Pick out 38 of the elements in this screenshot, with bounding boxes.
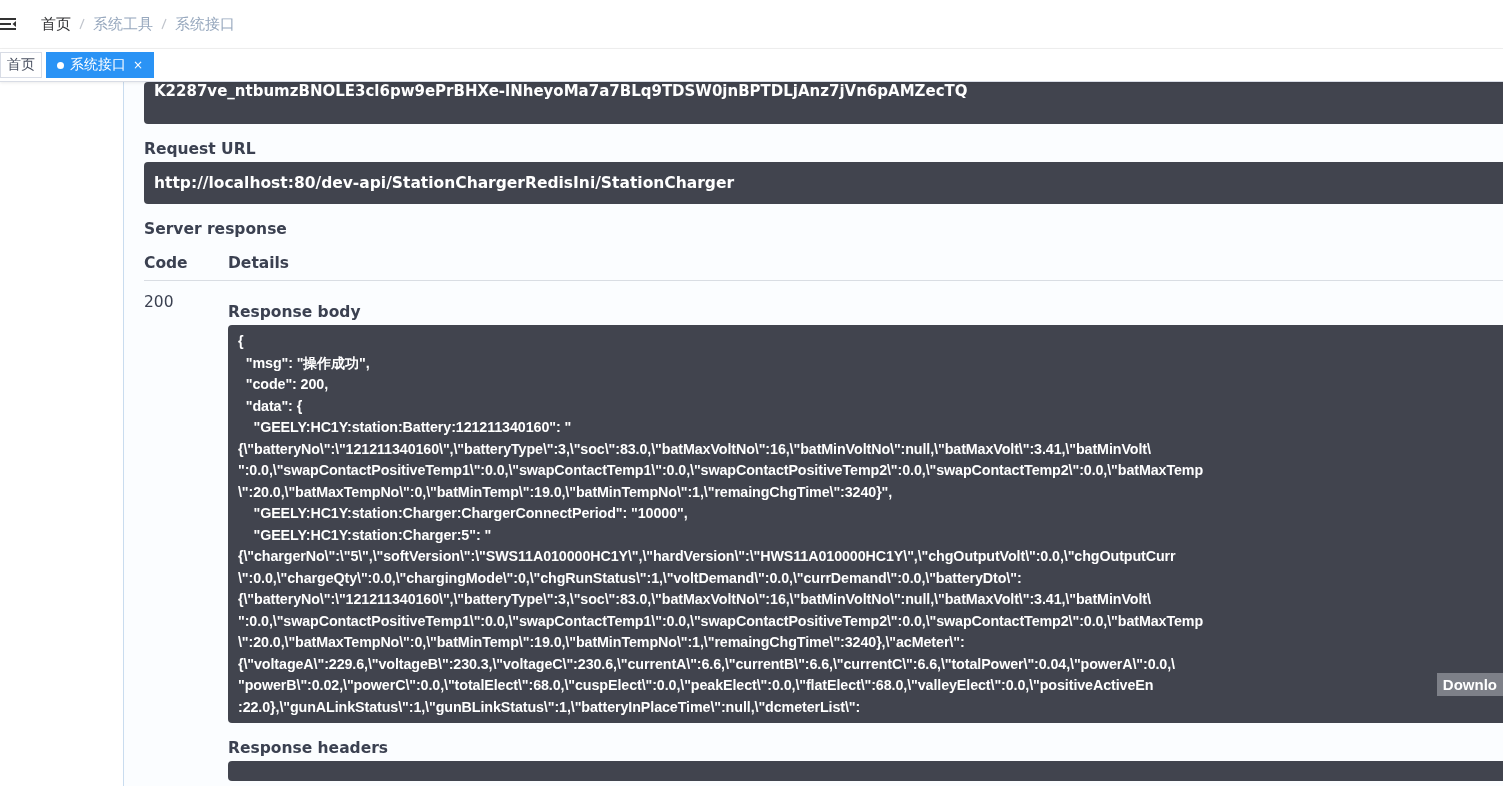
menu-icon[interactable] (0, 17, 16, 31)
code-line: \":20.0,\"batMaxTempNo\":0,\"batMinTemp\":19.0,\"batMinTempNo\":1,\"remaingChgTime\":3240},\"acMeter\": (238, 633, 965, 652)
close-icon[interactable]: × (133, 58, 144, 72)
code-line: "GEELY:HC1Y:station:Charger:5": " (252, 525, 492, 545)
code-line: {\"chargerNo\":\"5\",\"softVersion\":\"SWS11A010000HC1Y\",\"hardVersion\":\"HWS11A010000HC1Y\",\"chgOutputVolt\":0.0,\"chgOutputCurr (238, 547, 1176, 566)
code-line: "data": { (244, 396, 303, 416)
code-line: ":0.0,\"swapContactPositiveTemp1\":0.0,\"swapContactTemp1\":0.0,\"swapContactPositiveTemp2\":0.0,\"swapContactTemp2\":0.0,\"batMaxTemp (238, 461, 1204, 480)
breadcrumb-item: 系统接口 (175, 14, 235, 34)
code-line: "powerB\":0.02,\"powerC\":0.0,\"totalElect\":68.0,\"cuspElect\":0.0,\"peakElect\":0.0,\"flatElect\":68.0,\"valleyElect\":0.0,\"positiveActiveEn (238, 676, 1154, 695)
code-line: "GEELY:HC1Y:station:Charger:ChargerConnectPeriod": "10000", (252, 504, 688, 523)
section-label: Request URL (144, 139, 257, 160)
code-line: "GEELY:HC1Y:station:Battery:121211340160": " (252, 418, 572, 437)
separator-icon (161, 18, 167, 30)
tab[interactable]: 首页 (0, 52, 42, 78)
code-line: :22.0},\"gunALinkStatus\":1,\"gunBLinkStatus\":1,\"batteryInPlaceTime\":null,\"dcmeterList\": (238, 697, 861, 717)
separator-icon (79, 18, 85, 30)
breadcrumb-item: 系统工具 (93, 14, 153, 34)
code-line: ":0.0,\"swapContactPositiveTemp1\":0.0,\"swapContactTemp1\":0.0,\"swapContactPositiveTemp2\":0.0,\"swapContactTemp2\":0.0,\"batMaxTemp (238, 611, 1204, 631)
code-line: \":0.0,\"chargeQty\":0.0,\"chargingMode\":0,\"chgRunStatus\":1,\"voltDemand\":0.0,\"currDemand\":0.0,\"batteryDto\": (238, 568, 1022, 588)
column-header: Code (144, 254, 189, 272)
tab[interactable]: 系统接口 × (46, 52, 155, 78)
section-label: Response headers (228, 738, 390, 759)
code-line: {\"batteryNo\":\"121211340160\",\"batteryType\":3,\"soc\":83.0,\"batMaxVoltNo\":16,\"batMinVoltNo\":null,\"batMaxVolt\":3.41,\"batMinVolt\ (238, 439, 1151, 459)
status-code: 200 (144, 292, 175, 313)
code-line: { (238, 332, 244, 351)
code-line: "msg": "操作成功", (244, 353, 370, 373)
code-line: \":20.0,\"batMaxTempNo\":0,\"batMinTemp\":19.0,\"batMinTempNo\":1,\"remaingChgTime\":3240}", (238, 482, 893, 502)
request-url-value: http://localhost:80/dev-api/StationChargerRedisIni/StationCharger (144, 162, 1503, 204)
code-line: {\"voltageA\":229.6,\"voltageB\":230.3,\"voltageC\":230.6,\"currentA\":6.6,\"currentB\":6.6,\"currentC\":6.6,\"totalPower\":0.04,\"powerA\":0.0,\ (238, 654, 1175, 674)
breadcrumb-item[interactable]: 首页 (41, 14, 71, 34)
token-text: K2287ve_ntbumzBNOLE3cl6pw9ePrBHXe-lNheyoMa7a7BLq9TDSW0jnBPTDLjAnz7jVn6pAMZecTQ (153, 82, 969, 100)
column-header: Details (228, 254, 290, 272)
code-line: "code": 200, (244, 375, 329, 394)
code-line: {\"batteryNo\":\"121211340160\",\"batteryType\":3,\"soc\":83.0,\"batMaxVoltNo\":16,\"batMinVoltNo\":null,\"batMaxVolt\":3.41,\"batMinVolt\ (238, 590, 1151, 609)
section-label: Server response (144, 219, 288, 240)
download-button[interactable]: Downlo (1436, 673, 1503, 696)
active-dot-icon (57, 61, 64, 69)
section-label: Response body (228, 302, 362, 323)
